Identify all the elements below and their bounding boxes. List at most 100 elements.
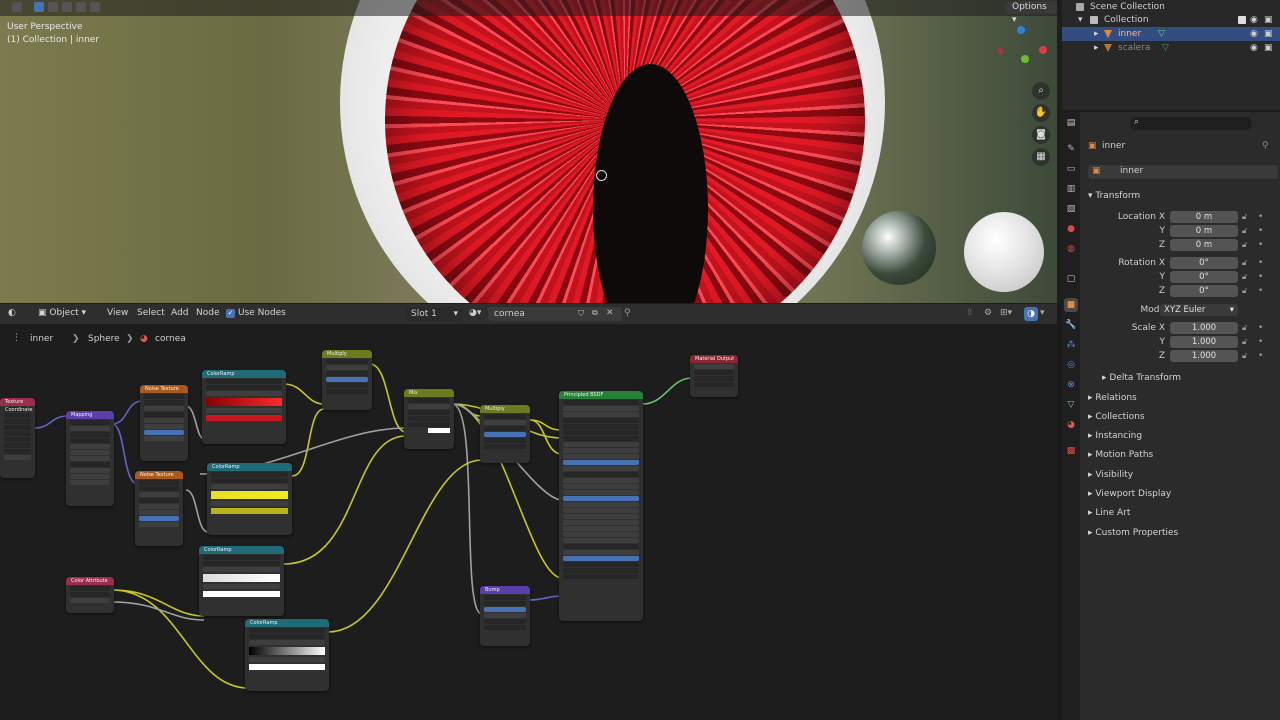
object-type-dropdown[interactable]: ▣ Object ▾ bbox=[38, 308, 86, 318]
collection-tab-icon[interactable]: ▢ bbox=[1064, 272, 1078, 286]
color-ramp-gradient[interactable] bbox=[206, 398, 282, 406]
navigation-gizmo[interactable] bbox=[994, 24, 1048, 72]
pin-icon[interactable]: ⚲ bbox=[624, 308, 631, 318]
node-multiply-1[interactable]: Multiply bbox=[322, 350, 372, 410]
relations-panel-header[interactable]: ▸ Relations bbox=[1088, 393, 1137, 403]
scene-tab-icon[interactable]: ● bbox=[1064, 222, 1078, 236]
collections-panel-header[interactable]: ▸ Collections bbox=[1088, 412, 1145, 422]
location-x-field[interactable]: 0 m bbox=[1170, 211, 1238, 223]
select-tool-icon[interactable] bbox=[12, 2, 22, 12]
particles-tab-icon[interactable]: ⁂ bbox=[1064, 338, 1078, 352]
node-colorramp-2[interactable]: ColorRamp bbox=[207, 463, 292, 535]
expand-arrow-icon[interactable]: ▸ bbox=[1094, 27, 1099, 41]
select-invert-icon[interactable] bbox=[76, 2, 86, 12]
transform-panel-header[interactable]: ▾ Transform bbox=[1088, 191, 1140, 201]
outliner-row-inner[interactable]: ▸ inner ▽ ◉ ▣ bbox=[1062, 27, 1280, 41]
menu-select[interactable]: Select bbox=[137, 308, 165, 318]
instancing-panel-header[interactable]: ▸ Instancing bbox=[1088, 431, 1142, 441]
node-colorramp-3[interactable]: ColorRamp bbox=[199, 546, 284, 616]
scale-x-field[interactable]: 1.000 bbox=[1170, 322, 1238, 334]
node-bump[interactable]: Bump bbox=[480, 586, 530, 646]
gizmo-neg-x-icon[interactable] bbox=[997, 48, 1003, 54]
gizmo-y-axis-icon[interactable] bbox=[1021, 55, 1029, 63]
select-intersect-icon[interactable] bbox=[90, 2, 100, 12]
gizmo-x-axis-icon[interactable] bbox=[1039, 46, 1047, 54]
keyframe-dot-icon[interactable]: • bbox=[1258, 351, 1263, 361]
camera-view-icon[interactable]: ◙ bbox=[1032, 126, 1050, 144]
data-tab-icon[interactable]: ▽ bbox=[1064, 398, 1078, 412]
lock-icon[interactable]: 🔓︎ bbox=[1242, 212, 1247, 222]
editor-type-icon[interactable]: ◐ bbox=[8, 308, 16, 318]
rotation-y-field[interactable]: 0° bbox=[1170, 271, 1238, 283]
node-mix[interactable]: Mix bbox=[404, 389, 454, 449]
keyframe-dot-icon[interactable]: • bbox=[1258, 323, 1263, 333]
node-noise-texture-1[interactable]: Noise Texture bbox=[140, 385, 188, 461]
duplicate-material-icon[interactable]: ⧉ bbox=[592, 308, 598, 318]
menu-view[interactable]: View bbox=[107, 308, 128, 318]
visibility-eye-icon[interactable]: ◉ bbox=[1250, 13, 1258, 27]
node-color-attribute[interactable]: Color Attribute bbox=[66, 577, 114, 613]
ramp-color-swatch[interactable] bbox=[249, 664, 325, 670]
material-name-field[interactable]: cornea bbox=[488, 307, 622, 321]
color-ramp-gradient[interactable] bbox=[211, 491, 288, 499]
keyframe-dot-icon[interactable]: • bbox=[1258, 240, 1263, 250]
line-art-panel-header[interactable]: ▸ Line Art bbox=[1088, 508, 1130, 518]
overlays-toggle-icon[interactable]: ◑ bbox=[1024, 307, 1038, 321]
visibility-eye-icon[interactable]: ◉ bbox=[1250, 41, 1258, 55]
keyframe-dot-icon[interactable]: • bbox=[1258, 272, 1263, 282]
render-camera-icon[interactable]: ▣ bbox=[1264, 27, 1273, 41]
delta-transform-subpanel[interactable]: ▸ Delta Transform bbox=[1102, 373, 1181, 383]
node-noise-texture-2[interactable]: Noise Texture bbox=[135, 471, 183, 546]
keyframe-dot-icon[interactable]: • bbox=[1258, 212, 1263, 222]
expand-collapse-icon[interactable]: ▾ bbox=[1078, 13, 1083, 27]
color-ramp-gradient[interactable] bbox=[249, 647, 325, 655]
tool-tab-icon[interactable]: ✎ bbox=[1064, 142, 1078, 156]
node-texture-coordinate[interactable]: Texture Coordinate bbox=[0, 398, 35, 478]
overlays-dropdown-icon[interactable]: ▾ bbox=[1040, 308, 1045, 318]
ortho-grid-icon[interactable]: ▦ bbox=[1032, 148, 1050, 166]
material-browse-icon[interactable]: ◕▾ bbox=[469, 308, 481, 318]
options-dropdown[interactable]: Options ▾ bbox=[1006, 1, 1057, 25]
lock-icon[interactable]: 🔓︎ bbox=[1242, 258, 1247, 268]
parent-node-tree-icon[interactable]: ⇧ bbox=[966, 308, 974, 318]
node-material-output[interactable]: Material Output bbox=[690, 355, 738, 397]
snap-element-icon[interactable]: ⊞▾ bbox=[1000, 308, 1012, 318]
properties-search-input[interactable]: ⌕ bbox=[1130, 117, 1252, 130]
physics-tab-icon[interactable]: ◎ bbox=[1064, 358, 1078, 372]
modifier-tab-icon[interactable]: 🔧 bbox=[1064, 318, 1078, 332]
slot-dropdown[interactable]: Slot 1 ▾ bbox=[406, 307, 462, 321]
render-camera-icon[interactable]: ▣ bbox=[1264, 41, 1273, 55]
output-tab-icon[interactable]: ▥ bbox=[1064, 182, 1078, 196]
outliner-row-collection[interactable]: ▾ Collection ◉ ▣ bbox=[1062, 13, 1280, 27]
render-tab-icon[interactable]: ▭ bbox=[1064, 162, 1078, 176]
node-colorramp-1[interactable]: ColorRamp bbox=[202, 370, 286, 444]
render-camera-icon[interactable]: ▣ bbox=[1264, 13, 1273, 27]
expand-arrow-icon[interactable]: ▸ bbox=[1094, 41, 1099, 55]
object-name-field[interactable]: ▣ inner bbox=[1088, 165, 1278, 179]
custom-properties-panel-header[interactable]: ▸ Custom Properties bbox=[1088, 528, 1178, 538]
keyframe-dot-icon[interactable]: • bbox=[1258, 337, 1263, 347]
lock-icon[interactable]: 🔓︎ bbox=[1242, 337, 1247, 347]
location-y-field[interactable]: 0 m bbox=[1170, 225, 1238, 237]
keyframe-dot-icon[interactable]: • bbox=[1258, 258, 1263, 268]
mix-color-swatch[interactable] bbox=[428, 428, 450, 433]
editor-type-icon[interactable]: ▤ bbox=[1064, 116, 1078, 130]
3d-viewport[interactable]: Options ▾ User Perspective (1) Collectio… bbox=[0, 0, 1057, 303]
object-tab-icon[interactable]: ■ bbox=[1064, 298, 1078, 312]
color-ramp-gradient[interactable] bbox=[203, 574, 280, 582]
zoom-icon[interactable]: ⌕ bbox=[1032, 82, 1050, 100]
fake-user-shield-icon[interactable]: ⛉ bbox=[578, 309, 584, 319]
material-tab-icon[interactable]: ◕ bbox=[1064, 418, 1078, 432]
select-subtract-icon[interactable] bbox=[62, 2, 72, 12]
use-nodes-checkbox[interactable]: ✓ bbox=[226, 309, 235, 318]
ramp-color-swatch[interactable] bbox=[206, 415, 282, 421]
lock-icon[interactable]: 🔓︎ bbox=[1242, 323, 1247, 333]
ramp-color-swatch[interactable] bbox=[211, 508, 288, 514]
ramp-color-swatch[interactable] bbox=[203, 591, 280, 597]
rotation-z-field[interactable]: 0° bbox=[1170, 285, 1238, 297]
pan-hand-icon[interactable]: ✋ bbox=[1032, 104, 1050, 122]
node-colorramp-4[interactable]: ColorRamp bbox=[245, 619, 329, 691]
snap-icon[interactable]: ⚙ bbox=[984, 308, 992, 318]
lock-icon[interactable]: 🔓︎ bbox=[1242, 351, 1247, 361]
keyframe-dot-icon[interactable]: • bbox=[1258, 286, 1263, 296]
